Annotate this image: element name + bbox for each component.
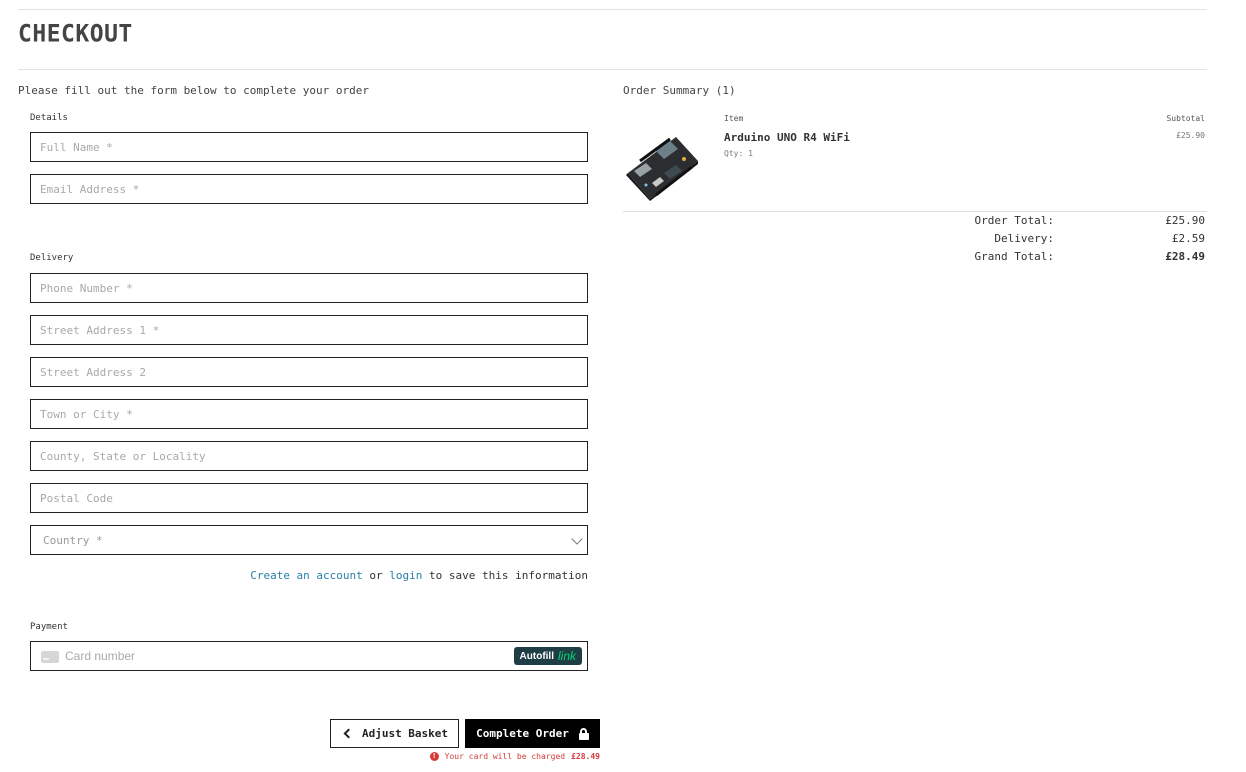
title-divider [18,69,1207,70]
order-summary-title: Order Summary (1) [623,84,736,97]
autofill-label: Autofill [519,650,554,662]
town-input[interactable] [31,400,587,428]
email-input[interactable] [31,175,587,203]
product-qty: Qty: 1 [724,149,753,158]
save-info-line: Create an account or login to save this … [250,569,588,582]
street1-input[interactable] [31,316,587,344]
charge-amount: £28.49 [571,752,600,761]
page-title: CHECKOUT [18,20,133,48]
complete-order-button[interactable]: Complete Order [465,719,600,748]
link-logo: link [557,649,576,663]
credit-card-icon [41,651,59,663]
street2-field[interactable] [30,357,588,387]
autofill-link-button[interactable]: Autofill link [513,647,582,665]
grand-total-label: Grand Total: [974,250,1054,263]
full-name-input[interactable] [31,133,587,161]
county-input[interactable] [31,442,587,470]
create-account-link[interactable]: Create an account [250,569,363,582]
product-image [626,137,698,201]
lock-icon [578,727,589,740]
country-select[interactable]: Country * [30,525,588,555]
payment-label: Payment [30,622,68,632]
save-info-or: or [369,569,383,582]
town-field[interactable] [30,399,588,429]
save-info-suffix: to save this information [429,569,588,582]
postal-field[interactable] [30,483,588,513]
order-total-label: Order Total: [974,214,1054,227]
street2-input[interactable] [31,358,587,386]
country-select-value: Country * [43,533,103,547]
full-name-field[interactable] [30,132,588,162]
card-number-field[interactable]: Card number Autofill link [30,641,588,671]
login-link[interactable]: login [389,569,422,582]
email-field[interactable] [30,174,588,204]
delivery-label: Delivery [30,253,74,263]
charge-notice: ! Your card will be charged £28.49 [429,752,600,761]
street1-field[interactable] [30,315,588,345]
card-number-placeholder: Card number [65,649,136,663]
top-divider [18,9,1207,10]
product-name: Arduino UNO R4 WiFi [724,131,850,144]
phone-field[interactable] [30,273,588,303]
county-field[interactable] [30,441,588,471]
form-intro: Please fill out the form below to comple… [18,84,369,97]
grand-total-value: £28.49 [1165,250,1205,263]
order-total-value: £25.90 [1165,214,1205,227]
delivery-value: £2.59 [1171,232,1205,245]
postal-input[interactable] [31,484,587,512]
delivery-label-summary: Delivery: [994,232,1054,245]
item-column-header: Item [724,114,744,123]
complete-order-label: Complete Order [476,727,569,740]
phone-input[interactable] [31,274,587,302]
chevron-left-icon [343,728,354,739]
summary-divider [623,211,1207,212]
product-subtotal: £25.90 [1176,131,1205,140]
charge-notice-text: Your card will be charged [444,752,566,761]
error-icon: ! [429,752,439,761]
adjust-basket-label: Adjust Basket [361,727,449,740]
details-label: Details [30,113,68,123]
adjust-basket-button[interactable]: Adjust Basket [330,719,459,748]
subtotal-column-header: Subtotal [1166,114,1205,123]
